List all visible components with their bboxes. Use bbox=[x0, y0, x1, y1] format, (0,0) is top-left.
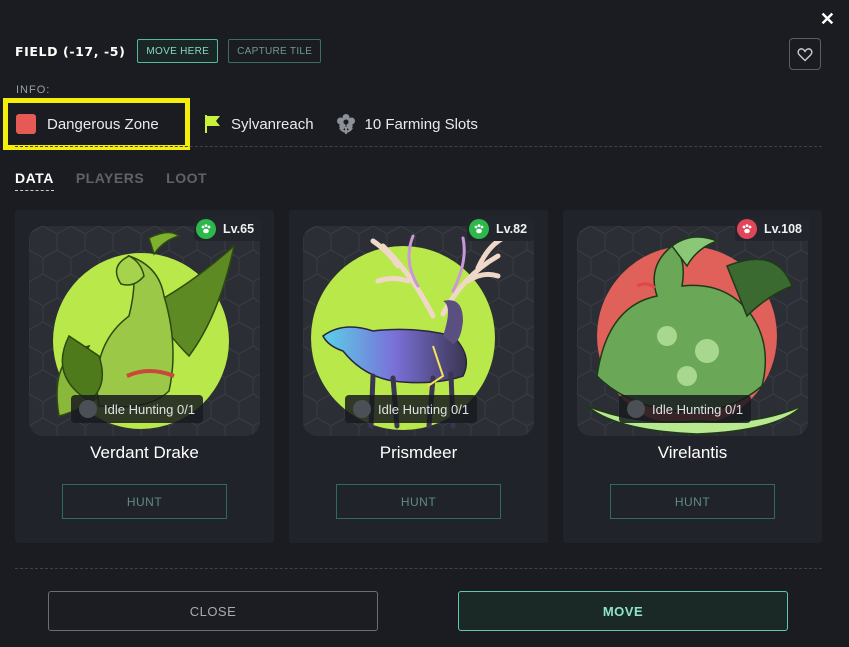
zone-label: Dangerous Zone bbox=[47, 115, 159, 133]
paw-icon bbox=[737, 219, 757, 239]
idle-hunting-text: Idle Hunting 0/1 bbox=[652, 401, 744, 417]
field-header: FIELD (-17, -5) MOVE HERE CAPTURE TILE bbox=[15, 38, 331, 64]
zone-indicator: Dangerous Zone bbox=[3, 98, 190, 150]
monster-name: Virelantis bbox=[657, 443, 728, 462]
hunt-button[interactable]: HUNT bbox=[336, 484, 501, 519]
farming-slots-label: 10 Farming Slots bbox=[364, 115, 478, 133]
level-text: Lv.65 bbox=[223, 222, 255, 236]
flower-icon bbox=[336, 114, 355, 134]
tab-bar: DATA PLAYERS LOOT bbox=[15, 170, 229, 191]
favorite-button[interactable] bbox=[789, 38, 821, 70]
monster-card: Prismdeer HUNT bbox=[289, 210, 548, 543]
info-label: INFO: bbox=[16, 84, 51, 96]
danger-zone-swatch bbox=[16, 114, 36, 134]
hunt-button[interactable]: HUNT bbox=[62, 484, 227, 519]
divider bbox=[15, 568, 822, 569]
level-badge: Lv.108 bbox=[735, 217, 810, 241]
move-here-button[interactable]: MOVE HERE bbox=[137, 39, 219, 63]
idle-hunting-status: Idle Hunting 0/1 bbox=[71, 395, 204, 423]
capture-tile-button[interactable]: CAPTURE TILE bbox=[228, 39, 322, 63]
idle-hunting-text: Idle Hunting 0/1 bbox=[104, 401, 196, 417]
region-info: Sylvanreach bbox=[204, 114, 314, 134]
paw-icon bbox=[196, 219, 216, 239]
idle-hunting-text: Idle Hunting 0/1 bbox=[378, 401, 470, 417]
monster-name: Verdant Drake bbox=[90, 443, 199, 462]
monster-name: Prismdeer bbox=[379, 443, 458, 462]
divider bbox=[15, 146, 822, 147]
paw-icon bbox=[469, 219, 489, 239]
flag-icon bbox=[205, 115, 220, 133]
heart-icon bbox=[797, 47, 813, 61]
field-title: FIELD (-17, -5) bbox=[15, 43, 126, 59]
farming-slots-info: 10 Farming Slots bbox=[336, 113, 478, 135]
idle-status-icon bbox=[627, 400, 645, 418]
monster-card: Virelantis HUNT bbox=[563, 210, 822, 543]
idle-hunting-status: Idle Hunting 0/1 bbox=[619, 395, 752, 423]
region-label: Sylvanreach bbox=[231, 115, 314, 133]
idle-hunting-status: Idle Hunting 0/1 bbox=[345, 395, 478, 423]
level-text: Lv.82 bbox=[496, 222, 528, 236]
idle-status-icon bbox=[79, 400, 97, 418]
level-text: Lv.108 bbox=[764, 222, 802, 236]
move-button[interactable]: MOVE bbox=[458, 591, 788, 631]
close-dialog-icon[interactable]: ✕ bbox=[820, 9, 835, 30]
tab-players[interactable]: PLAYERS bbox=[76, 170, 144, 191]
hunt-button[interactable]: HUNT bbox=[610, 484, 775, 519]
level-badge: Lv.65 bbox=[194, 217, 263, 241]
idle-status-icon bbox=[353, 400, 371, 418]
monster-card: Verdant Drake HUNT bbox=[15, 210, 274, 543]
close-button[interactable]: CLOSE bbox=[48, 591, 378, 631]
tab-loot[interactable]: LOOT bbox=[166, 170, 207, 191]
level-badge: Lv.82 bbox=[467, 217, 536, 241]
info-row: Dangerous Zone Sylvanreach 10 Farming Sl… bbox=[3, 98, 478, 150]
tab-data[interactable]: DATA bbox=[15, 170, 54, 191]
